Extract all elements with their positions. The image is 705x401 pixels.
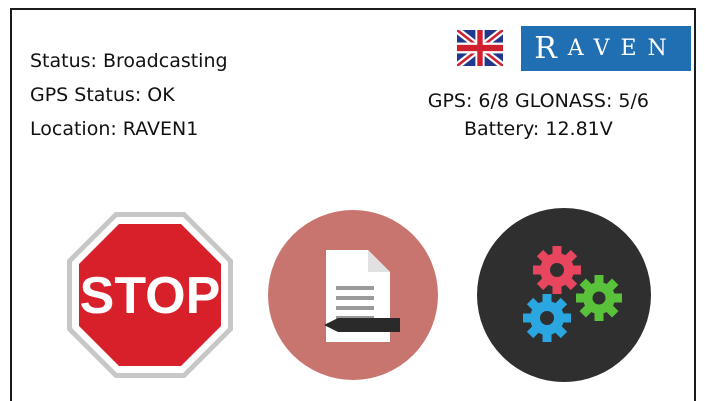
logo-rest: AVEN: [567, 36, 678, 61]
document-edit-icon: [268, 210, 438, 380]
gears-icon: [477, 208, 651, 382]
stop-sign-icon: STOP: [67, 212, 233, 378]
stop-button[interactable]: STOP: [65, 210, 235, 380]
uk-flag-icon[interactable]: [455, 27, 505, 69]
info-panel: GPS: 6/8 GLONASS: 5/6 Battery: 12.81V: [428, 87, 649, 143]
battery-voltage: Battery: 12.81V: [463, 118, 613, 140]
satellite-count: GPS: 6/8 GLONASS: 5/6: [427, 90, 649, 112]
raven-logo: R AVEN: [521, 26, 691, 71]
location-status: Location: RAVEN1: [30, 118, 199, 140]
status-panel: Status: Broadcasting GPS Status: OK Loca…: [30, 44, 228, 146]
stop-label: STOP: [80, 267, 221, 325]
broadcast-status: Status: Broadcasting: [30, 50, 228, 72]
gps-status: GPS Status: OK: [30, 84, 175, 106]
logo-initial: R: [534, 31, 568, 66]
log-button[interactable]: [268, 210, 438, 380]
settings-button[interactable]: [477, 208, 651, 382]
